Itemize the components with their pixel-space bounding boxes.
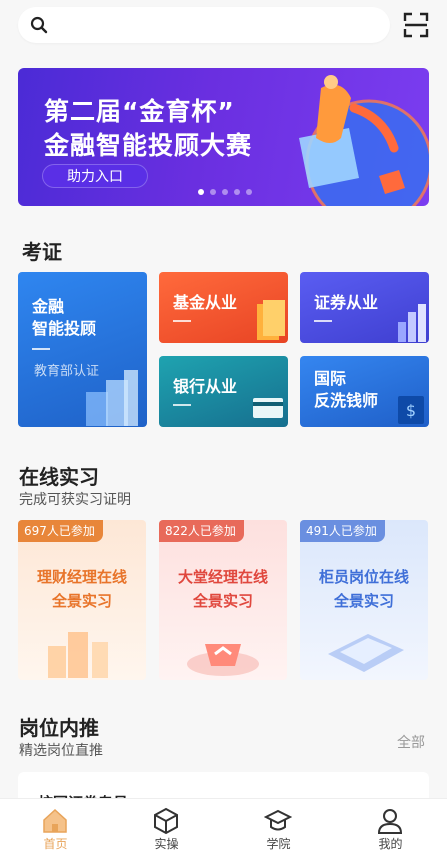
- badge-illustration: [187, 644, 259, 676]
- user-icon: [377, 809, 403, 834]
- section-title-certificate: 考证: [22, 240, 62, 264]
- banner-title-line1: 第二届“金育杯”: [44, 97, 235, 126]
- internship-title-line1: 柜员岗位在线: [318, 568, 409, 586]
- tab-profile[interactable]: 我的: [335, 799, 446, 856]
- home-icon: [43, 808, 67, 833]
- city-illustration: [48, 632, 108, 678]
- promo-banner[interactable]: 第二届“金育杯” 金融智能投顾大赛 助力入口: [18, 68, 429, 206]
- section-title-referral: 岗位内推: [19, 716, 99, 740]
- graduation-cap-icon: [264, 809, 292, 831]
- card-label: 证券从业: [314, 293, 379, 312]
- book-illustration: [257, 300, 285, 340]
- participant-count-badge: 697人已参加: [18, 520, 103, 542]
- bottom-tab-bar: 首页 实操 学院 我的: [0, 798, 447, 856]
- divider: [32, 348, 50, 350]
- card-label: 银行从业: [173, 377, 238, 396]
- top-bar: [0, 0, 447, 56]
- banner-support-button[interactable]: 助力入口: [42, 164, 148, 188]
- card-fintech-advisor[interactable]: 金融 智能投顾 教育部认证: [18, 272, 147, 427]
- internship-title-line2: 全景实习: [333, 592, 394, 610]
- card-label: 基金从业: [173, 293, 238, 312]
- tab-label: 我的: [378, 837, 403, 851]
- participant-count-badge: 822人已参加: [159, 520, 244, 542]
- tab-practice[interactable]: 实操: [111, 799, 222, 856]
- section-subtitle-internship: 完成可获实习证明: [19, 492, 131, 508]
- tab-home[interactable]: 首页: [0, 799, 111, 856]
- tab-label: 首页: [43, 837, 68, 851]
- building-illustration: [86, 370, 138, 426]
- chart-illustration: [398, 304, 426, 342]
- internship-card-wealth-manager[interactable]: 697人已参加 理财经理在线 全景实习: [18, 520, 146, 680]
- section-subtitle-referral: 精选岗位直推: [19, 743, 103, 759]
- view-all-link[interactable]: 全部: [397, 732, 425, 752]
- screen-illustration: [328, 634, 404, 672]
- tab-label: 实操: [154, 837, 179, 851]
- search-input[interactable]: [56, 13, 376, 37]
- carousel-dots[interactable]: [198, 189, 252, 195]
- carousel-dot[interactable]: [198, 189, 204, 195]
- dollar-illustration: $: [398, 396, 424, 424]
- internship-title-line1: 大堂经理在线: [177, 568, 268, 586]
- svg-text:$: $: [406, 401, 416, 420]
- cube-icon: [154, 807, 178, 835]
- card-label-line2: 智能投顾: [32, 319, 97, 338]
- card-label-line2: 反洗钱师: [314, 391, 379, 410]
- banner-title-line2: 金融智能投顾大赛: [44, 131, 253, 160]
- participant-count-badge: 491人已参加: [300, 520, 385, 542]
- internship-card-teller[interactable]: 491人已参加 柜员岗位在线 全景实习: [300, 520, 428, 680]
- internship-title-line2: 全景实习: [51, 592, 112, 610]
- carousel-dot[interactable]: [210, 189, 216, 195]
- carousel-dot[interactable]: [234, 189, 240, 195]
- carousel-dot[interactable]: [222, 189, 228, 195]
- banner-illustration: [299, 75, 429, 206]
- tab-label: 学院: [266, 837, 291, 851]
- scan-icon[interactable]: [403, 12, 429, 38]
- divider: [173, 320, 191, 322]
- internship-title-line1: 理财经理在线: [36, 568, 127, 586]
- carousel-dot[interactable]: [246, 189, 252, 195]
- search-bar[interactable]: [18, 7, 390, 43]
- card-fund-practice[interactable]: 基金从业: [159, 272, 288, 343]
- card-bank-practice[interactable]: 银行从业: [159, 356, 288, 427]
- card-label-line1: 金融: [32, 297, 65, 316]
- card-label-line1: 国际: [314, 369, 347, 388]
- divider: [173, 404, 191, 406]
- bank-card-illustration: [253, 398, 283, 418]
- section-title-internship: 在线实习: [19, 465, 99, 489]
- search-icon: [30, 16, 48, 34]
- internship-card-lobby-manager[interactable]: 822人已参加 大堂经理在线 全景实习: [159, 520, 287, 680]
- card-anti-money-laundering[interactable]: 国际 反洗钱师 $: [300, 356, 429, 427]
- internship-title-line2: 全景实习: [192, 592, 253, 610]
- divider: [314, 320, 332, 322]
- tab-academy[interactable]: 学院: [223, 799, 334, 856]
- card-securities-practice[interactable]: 证券从业: [300, 272, 429, 343]
